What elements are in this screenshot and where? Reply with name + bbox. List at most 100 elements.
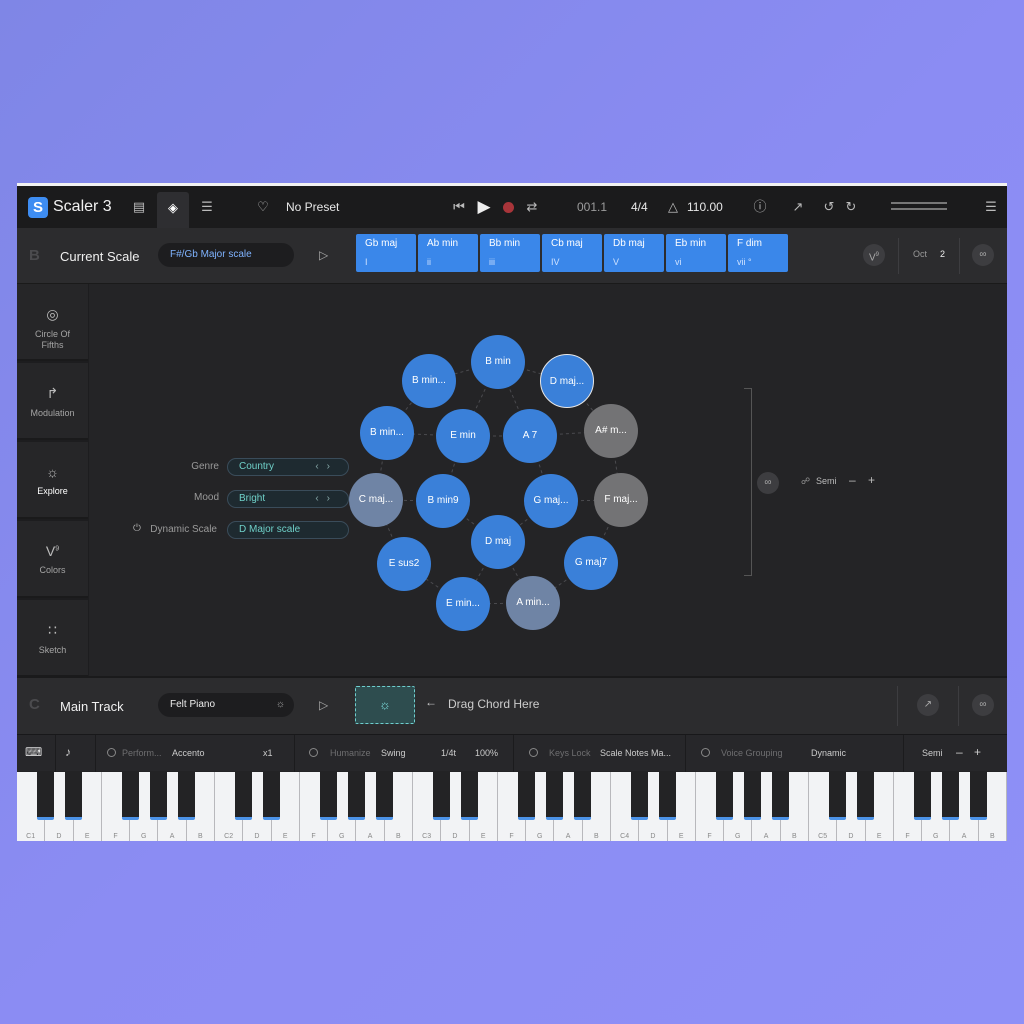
piano-black-key[interactable] xyxy=(121,772,139,820)
chord-node[interactable]: A min... xyxy=(506,576,560,630)
semi-increment-button[interactable]: + xyxy=(974,745,981,759)
piano-black-key[interactable] xyxy=(715,772,733,820)
piano-black-key[interactable] xyxy=(970,772,988,820)
piano-black-key[interactable] xyxy=(263,772,281,820)
chord-node[interactable]: C maj... xyxy=(349,473,403,527)
chord-node[interactable]: B min9 xyxy=(416,474,470,528)
menu-list-icon[interactable]: ☰ xyxy=(195,196,219,218)
piano-black-key[interactable] xyxy=(743,772,761,820)
undo-icon[interactable]: ↺ xyxy=(817,196,841,218)
sidebar-item-sketch[interactable]: ∷ Sketch xyxy=(17,600,88,677)
piano-black-key[interactable] xyxy=(461,772,479,820)
piano-black-key[interactable] xyxy=(376,772,394,820)
sidebar-item-modulation[interactable]: ↱ Modulation xyxy=(17,363,88,440)
humanize-division[interactable]: 1/4t xyxy=(441,748,456,758)
loop-icon[interactable]: ⇄ xyxy=(520,196,544,218)
piano-black-key[interactable] xyxy=(149,772,167,820)
chord-node[interactable]: B min... xyxy=(402,354,456,408)
scale-selector[interactable]: F#/Gb Major scale xyxy=(158,243,294,267)
chord-button[interactable]: Gb maj I xyxy=(356,234,416,272)
time-signature[interactable]: 4/4 xyxy=(631,200,648,214)
keys-lock-value[interactable]: Scale Notes Ma... xyxy=(600,748,671,758)
preset-name[interactable]: No Preset xyxy=(286,200,339,214)
chord-node[interactable]: G maj7 xyxy=(564,536,618,590)
perform-value[interactable]: Accento xyxy=(172,748,205,758)
link-icon[interactable]: ∞ xyxy=(972,244,994,266)
play-track-icon[interactable]: ▷ xyxy=(319,698,328,712)
chord-node[interactable]: D maj xyxy=(471,515,525,569)
chord-node[interactable]: E sus2 xyxy=(377,537,431,591)
chord-node[interactable]: F maj... xyxy=(594,473,648,527)
piano-black-key[interactable] xyxy=(630,772,648,820)
chord-button[interactable]: Eb min vi xyxy=(666,234,726,272)
perform-multiplier[interactable]: x1 xyxy=(263,748,273,758)
piano-black-key[interactable] xyxy=(574,772,592,820)
keys-lock-toggle[interactable] xyxy=(529,748,538,757)
voice-grouping-toggle[interactable] xyxy=(701,748,710,757)
heart-icon[interactable]: ♡ xyxy=(251,196,275,218)
guitar-icon[interactable]: ♪ xyxy=(65,745,71,759)
chord-node[interactable]: A 7 xyxy=(503,409,557,463)
chord-button[interactable]: Db maj V xyxy=(604,234,664,272)
voicing-button[interactable]: V9 xyxy=(863,244,885,266)
piano-black-key[interactable] xyxy=(913,772,931,820)
piano-black-key[interactable] xyxy=(517,772,535,820)
perform-toggle[interactable] xyxy=(107,748,116,757)
sidebar-item-circle-of-fifths[interactable]: ◎ Circle Of Fifths xyxy=(17,284,88,361)
tempo-display[interactable]: 110.00 xyxy=(687,200,723,214)
chord-node[interactable]: B min... xyxy=(360,406,414,460)
link-icon[interactable]: ∞ xyxy=(972,694,994,716)
instrument-selector[interactable]: Felt Piano ☼ xyxy=(158,693,294,717)
piano-black-key[interactable] xyxy=(857,772,875,820)
piano-black-key[interactable] xyxy=(347,772,365,820)
layers-icon[interactable]: ◈ xyxy=(157,192,189,228)
piano-black-key[interactable] xyxy=(941,772,959,820)
link-icon[interactable]: ∞ xyxy=(757,472,779,494)
octave-value[interactable]: 2 xyxy=(940,249,945,259)
humanize-value[interactable]: Swing xyxy=(381,748,406,758)
semi-increment-button[interactable]: + xyxy=(868,473,875,487)
piano-black-key[interactable] xyxy=(432,772,450,820)
folder-icon[interactable]: ▤ xyxy=(127,196,151,218)
export-arrow-icon[interactable]: ↗ xyxy=(786,196,810,218)
drag-chord-drop-zone[interactable]: ☼ xyxy=(355,686,415,724)
chord-button[interactable]: Cb maj IV xyxy=(542,234,602,272)
piano-black-key[interactable] xyxy=(234,772,252,820)
chord-button[interactable]: Bb min iii xyxy=(480,234,540,272)
sidebar-item-explore[interactable]: ☼ Explore xyxy=(17,442,88,519)
sidebar-item-colors[interactable]: V9 Colors xyxy=(17,521,88,598)
play-scale-icon[interactable]: ▷ xyxy=(319,248,328,262)
play-icon[interactable]: ▶ xyxy=(472,196,496,218)
chord-node-selected[interactable]: D maj... xyxy=(540,354,594,408)
unlock-icon[interactable]: ☍ xyxy=(801,476,810,487)
piano-black-key[interactable] xyxy=(659,772,677,820)
chord-node[interactable]: A# m... xyxy=(584,404,638,458)
piano-black-key[interactable] xyxy=(545,772,563,820)
chord-button[interactable]: Ab min ii xyxy=(418,234,478,272)
redo-icon[interactable]: ↻ xyxy=(839,196,863,218)
piano-keyboard[interactable]: C1 D E F G A B C2 D E F G A B C3 D E F G A B C4 D E F G A B C5 D E F G A B xyxy=(17,772,1007,841)
keyboard-icon[interactable]: ⌨ xyxy=(25,745,42,759)
humanize-toggle[interactable] xyxy=(309,748,318,757)
humanize-percent[interactable]: 100% xyxy=(475,748,498,758)
chord-node[interactable]: E min... xyxy=(436,577,490,631)
chord-node[interactable]: G maj... xyxy=(524,474,578,528)
settings-dial-icon[interactable]: ☼ xyxy=(276,693,285,717)
chord-button[interactable]: F dim vii ° xyxy=(728,234,788,272)
piano-black-key[interactable] xyxy=(36,772,54,820)
piano-black-key[interactable] xyxy=(319,772,337,820)
piano-black-key[interactable] xyxy=(828,772,846,820)
chord-node[interactable]: B min xyxy=(471,335,525,389)
piano-black-key[interactable] xyxy=(65,772,83,820)
piano-black-key[interactable] xyxy=(772,772,790,820)
record-button[interactable] xyxy=(503,202,514,213)
export-arrow-icon[interactable]: ↗ xyxy=(917,694,939,716)
piano-black-key[interactable] xyxy=(178,772,196,820)
info-icon[interactable]: ⓘ xyxy=(748,196,772,218)
hamburger-menu-icon[interactable]: ☰ xyxy=(979,196,1003,218)
voice-grouping-value[interactable]: Dynamic xyxy=(811,748,846,758)
semi-decrement-button[interactable]: – xyxy=(956,745,963,759)
metronome-icon[interactable]: △ xyxy=(665,196,681,218)
chord-node[interactable]: E min xyxy=(436,409,490,463)
skip-back-icon[interactable]: ⏮ xyxy=(447,196,471,218)
